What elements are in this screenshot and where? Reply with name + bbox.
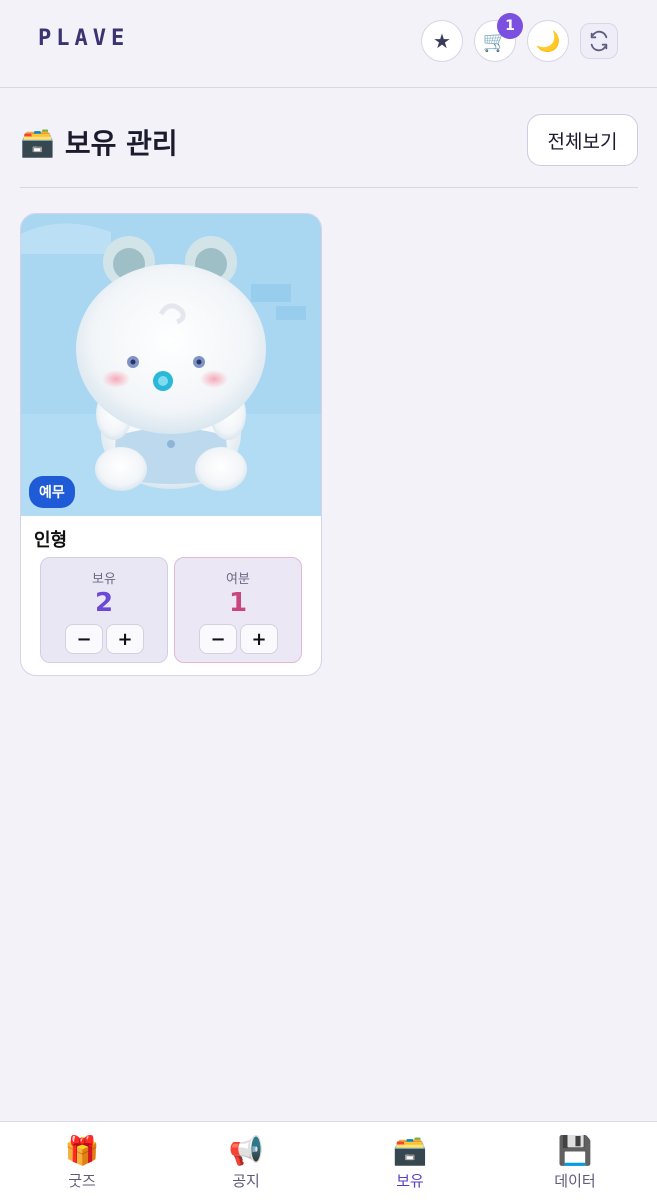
nav-label-goods: 굿즈	[68, 1172, 96, 1190]
favorite-button[interactable]: ★	[421, 20, 463, 62]
card-file-box-icon: 🗃️	[20, 125, 55, 159]
cart-count-badge: 1	[497, 13, 523, 39]
nav-label-owned: 보유	[396, 1172, 424, 1190]
nav-item-owned[interactable]: 🗃️ 보유	[360, 1134, 460, 1191]
nav-label-notice: 공지	[232, 1172, 260, 1190]
nav-item-goods[interactable]: 🎁 굿즈	[32, 1134, 132, 1191]
goods-image: 예무	[21, 214, 321, 516]
theme-toggle-button[interactable]: 🌙	[527, 20, 569, 62]
app-logo[interactable]: PLAVE	[38, 26, 129, 51]
extra-count-panel: 여분 1 − +	[174, 557, 302, 663]
view-all-button[interactable]: 전체보기	[527, 114, 638, 166]
refresh-button[interactable]	[580, 23, 618, 59]
refresh-icon	[590, 30, 608, 52]
extra-increment-button[interactable]: +	[240, 624, 278, 654]
moon-icon: 🌙	[535, 29, 561, 53]
star-icon: ★	[433, 29, 451, 53]
extra-decrement-button[interactable]: −	[199, 624, 237, 654]
nav-item-data[interactable]: 💾 데이터	[525, 1134, 625, 1191]
own-count-value: 2	[94, 588, 114, 618]
top-bar: PLAVE ★ 🛒 1 🌙	[0, 0, 657, 88]
extra-count-label: 여분	[226, 572, 250, 587]
megaphone-icon: 📢	[228, 1134, 264, 1167]
gift-icon: 🎁	[64, 1134, 100, 1167]
own-count-label: 보유	[92, 572, 116, 587]
own-count-panel: 보유 2 − +	[40, 557, 168, 663]
card-file-box-icon: 🗃️	[392, 1134, 428, 1167]
nav-label-data: 데이터	[554, 1172, 596, 1190]
goods-name: 인형	[34, 530, 68, 551]
member-tag: 예무	[29, 476, 75, 508]
section-header: 🗃️ 보유 관리 전체보기	[20, 114, 638, 188]
nav-item-notice[interactable]: 📢 공지	[196, 1134, 296, 1191]
page-title: 🗃️ 보유 관리	[20, 122, 178, 162]
goods-card[interactable]: 예무 인형 보유 2 − + 여분 1 − +	[20, 213, 322, 676]
floppy-disk-icon: 💾	[557, 1134, 593, 1167]
bottom-nav: 🎁 굿즈 📢 공지 🗃️ 보유 💾 데이터	[0, 1121, 657, 1200]
plush-doll-illustration	[21, 214, 321, 516]
own-decrement-button[interactable]: −	[65, 624, 103, 654]
page-title-text: 보유 관리	[64, 127, 178, 160]
own-increment-button[interactable]: +	[106, 624, 144, 654]
cart-button[interactable]: 🛒 1	[474, 13, 523, 62]
extra-count-value: 1	[228, 588, 248, 618]
